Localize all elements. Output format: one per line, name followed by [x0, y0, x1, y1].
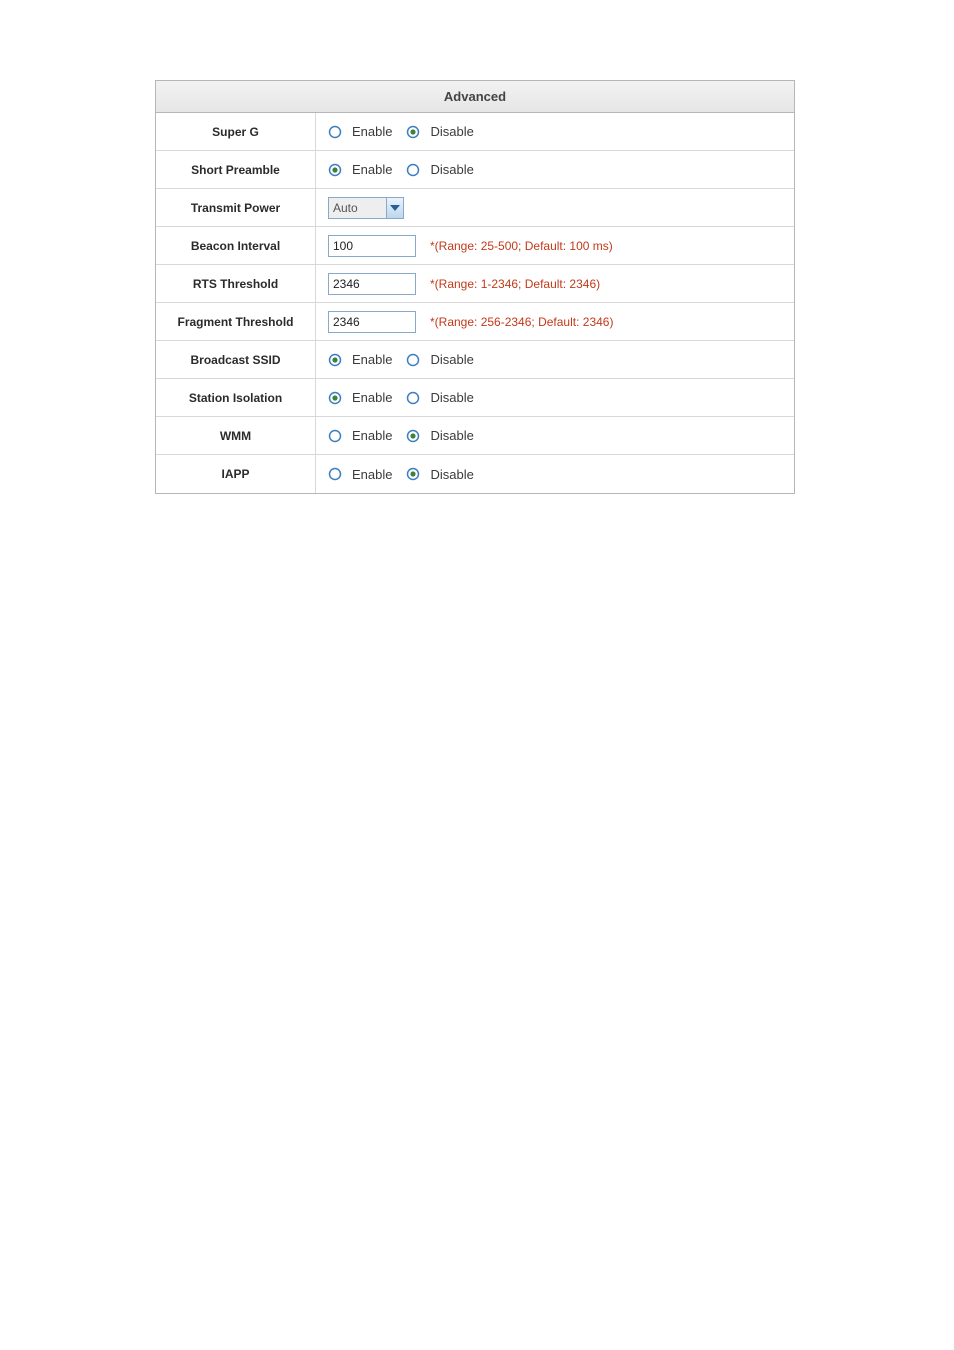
beacon-interval-input[interactable] [328, 235, 416, 257]
short-preamble-disable-radio[interactable] [406, 163, 420, 177]
short-preamble-disable-label: Disable [430, 162, 473, 177]
iapp-enable-radio[interactable] [328, 467, 342, 481]
station-isolation-disable-radio[interactable] [406, 391, 420, 405]
label-fragment-threshold: Fragment Threshold [156, 303, 316, 340]
super-g-disable-label: Disable [430, 124, 473, 139]
fragment-threshold-hint: *(Range: 256-2346; Default: 2346) [430, 315, 613, 329]
beacon-interval-hint: *(Range: 25-500; Default: 100 ms) [430, 239, 613, 253]
row-super-g: Super G Enable Disable [156, 113, 794, 151]
row-fragment-threshold: Fragment Threshold *(Range: 256-2346; De… [156, 303, 794, 341]
short-preamble-enable-label: Enable [352, 162, 392, 177]
iapp-enable-label: Enable [352, 467, 392, 482]
broadcast-ssid-enable-radio[interactable] [328, 353, 342, 367]
iapp-disable-radio[interactable] [406, 467, 420, 481]
row-rts-threshold: RTS Threshold *(Range: 1-2346; Default: … [156, 265, 794, 303]
rts-threshold-hint: *(Range: 1-2346; Default: 2346) [430, 277, 600, 291]
broadcast-ssid-disable-label: Disable [430, 352, 473, 367]
row-short-preamble: Short Preamble Enable Disable [156, 151, 794, 189]
row-wmm: WMM Enable Disable [156, 417, 794, 455]
transmit-power-value[interactable] [328, 197, 386, 219]
label-wmm: WMM [156, 417, 316, 454]
row-transmit-power: Transmit Power [156, 189, 794, 227]
super-g-disable-radio[interactable] [406, 125, 420, 139]
advanced-panel: Advanced Super G Enable Disable Short Pr… [155, 80, 795, 494]
wmm-disable-radio[interactable] [406, 429, 420, 443]
row-beacon-interval: Beacon Interval *(Range: 25-500; Default… [156, 227, 794, 265]
row-broadcast-ssid: Broadcast SSID Enable Disable [156, 341, 794, 379]
station-isolation-disable-label: Disable [430, 390, 473, 405]
broadcast-ssid-disable-radio[interactable] [406, 353, 420, 367]
label-super-g: Super G [156, 113, 316, 150]
wmm-enable-radio[interactable] [328, 429, 342, 443]
wmm-enable-label: Enable [352, 428, 392, 443]
label-rts-threshold: RTS Threshold [156, 265, 316, 302]
fragment-threshold-input[interactable] [328, 311, 416, 333]
label-broadcast-ssid: Broadcast SSID [156, 341, 316, 378]
rts-threshold-input[interactable] [328, 273, 416, 295]
chevron-down-icon[interactable] [386, 197, 404, 219]
label-transmit-power: Transmit Power [156, 189, 316, 226]
short-preamble-enable-radio[interactable] [328, 163, 342, 177]
label-short-preamble: Short Preamble [156, 151, 316, 188]
broadcast-ssid-enable-label: Enable [352, 352, 392, 367]
station-isolation-enable-label: Enable [352, 390, 392, 405]
label-iapp: IAPP [156, 455, 316, 493]
row-iapp: IAPP Enable Disable [156, 455, 794, 493]
wmm-disable-label: Disable [430, 428, 473, 443]
iapp-disable-label: Disable [430, 467, 473, 482]
label-beacon-interval: Beacon Interval [156, 227, 316, 264]
transmit-power-select[interactable] [328, 197, 404, 219]
panel-title: Advanced [156, 81, 794, 113]
label-station-isolation: Station Isolation [156, 379, 316, 416]
station-isolation-enable-radio[interactable] [328, 391, 342, 405]
super-g-enable-label: Enable [352, 124, 392, 139]
row-station-isolation: Station Isolation Enable Disable [156, 379, 794, 417]
super-g-enable-radio[interactable] [328, 125, 342, 139]
